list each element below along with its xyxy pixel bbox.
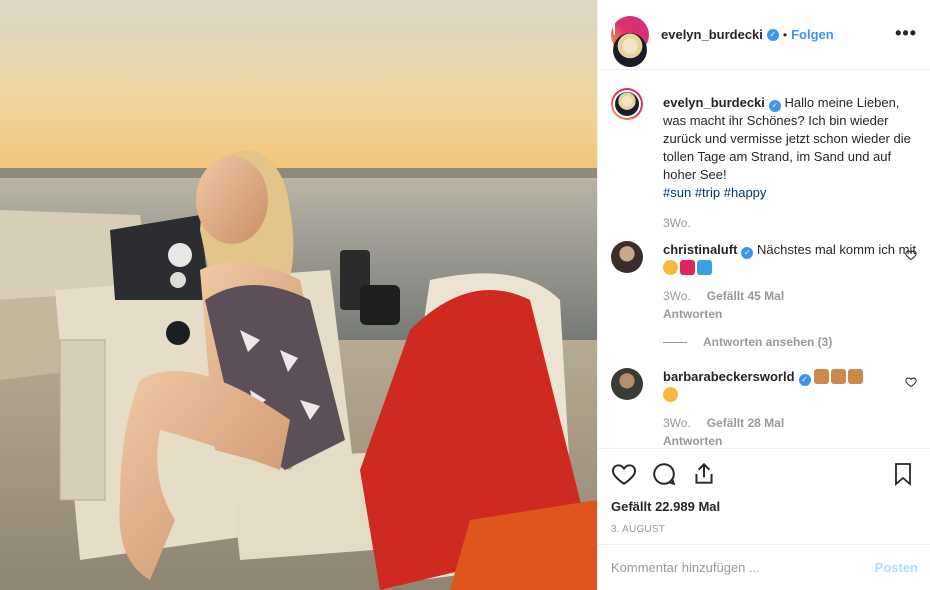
comment-bubble-icon[interactable]: [651, 461, 677, 487]
folded-hands-emoji: [848, 369, 864, 384]
more-options-icon[interactable]: •••: [895, 24, 917, 42]
verified-badge-icon: ✓: [741, 247, 754, 259]
caption-body: evelyn_burdecki ✓ Hallo meine Lieben, was…: [663, 88, 917, 202]
comment-input[interactable]: [611, 560, 875, 575]
hashtag-link[interactable]: #trip: [695, 185, 720, 200]
view-replies-label: Antworten ansehen (3): [703, 335, 833, 349]
like-comment-heart-icon[interactable]: [905, 249, 917, 261]
action-icons: [611, 457, 918, 493]
comment-meta: 3Wo. Gefällt 28 Mal: [663, 416, 917, 430]
caption-comment: evelyn_burdecki ✓ Hallo meine Lieben, was…: [611, 88, 917, 230]
caption-time[interactable]: 3Wo.: [663, 216, 691, 230]
verified-badge-icon: ✓: [766, 28, 779, 41]
comment-likes[interactable]: Gefällt 28 Mal: [707, 416, 784, 430]
wave-emoji: [697, 260, 712, 275]
post-comment-button[interactable]: Posten: [875, 560, 918, 575]
folded-hands-emoji: [814, 369, 830, 384]
comment-body: barbarabeckersworld ✓: [663, 368, 917, 404]
verified-badge-icon: ✓: [798, 374, 811, 386]
post-photo-illustration: [0, 0, 597, 590]
bookmark-icon[interactable]: [891, 461, 915, 487]
like-heart-icon[interactable]: [611, 461, 637, 487]
commenter-avatar[interactable]: [611, 241, 643, 273]
folded-hands-emoji: [831, 369, 847, 384]
comment-item: barbarabeckersworld ✓ 3Wo. Gefällt 28 Mal…: [611, 368, 917, 447]
separator-dot: •: [782, 27, 788, 42]
commenter-avatar[interactable]: [611, 368, 643, 400]
comment-body: christinaluft ✓ Nächstes mal komm ich mit: [663, 241, 917, 277]
instagram-post-view: evelyn_burdecki ✓ • Folgen ••• evelyn_bu…: [0, 0, 930, 590]
heart-eyes-emoji: [663, 387, 678, 402]
hashtag-link[interactable]: #happy: [724, 185, 767, 200]
author-username[interactable]: evelyn_burdecki: [661, 27, 763, 42]
author-avatar[interactable]: [611, 15, 649, 84]
verified-badge-icon: ✓: [768, 100, 781, 112]
commenter-username[interactable]: christinaluft: [663, 242, 737, 257]
comment-time[interactable]: 3Wo.: [663, 289, 691, 303]
hashtag-link[interactable]: #sun: [663, 185, 691, 200]
red-heart-emoji: [680, 260, 695, 275]
post-date[interactable]: 3. AUGUST: [611, 524, 918, 535]
comment-text: Nächstes mal komm ich mit: [757, 242, 916, 257]
comment-meta: 3Wo. Gefällt 45 Mal: [663, 289, 917, 303]
follow-button[interactable]: Folgen: [791, 27, 834, 42]
reply-button[interactable]: Antworten: [663, 434, 917, 447]
caption-username[interactable]: evelyn_burdecki: [663, 95, 765, 110]
view-replies-button[interactable]: Antworten ansehen (3): [663, 335, 917, 349]
grinning-face-emoji: [663, 260, 678, 275]
comment-time[interactable]: 3Wo.: [663, 416, 691, 430]
post-sidebar: evelyn_burdecki ✓ • Folgen ••• evelyn_bu…: [597, 0, 930, 590]
commenter-username[interactable]: barbarabeckersworld: [663, 369, 795, 384]
post-actions: Gefällt 22.989 Mal 3. AUGUST: [598, 448, 930, 544]
comment-composer: Posten: [598, 544, 930, 590]
caption-avatar[interactable]: [611, 88, 643, 120]
reply-button[interactable]: Antworten: [663, 307, 917, 321]
post-photo[interactable]: [0, 0, 597, 590]
post-likes-count[interactable]: Gefällt 22.989 Mal: [611, 499, 918, 514]
comments-scroll-area[interactable]: evelyn_burdecki ✓ Hallo meine Lieben, was…: [598, 71, 930, 447]
post-header: evelyn_burdecki ✓ • Folgen •••: [598, 0, 930, 84]
share-icon[interactable]: [691, 461, 717, 487]
caption-meta: 3Wo.: [663, 216, 917, 230]
replies-divider: [663, 341, 687, 343]
comment-item: christinaluft ✓ Nächstes mal komm ich mit…: [611, 241, 917, 349]
like-comment-heart-icon[interactable]: [905, 376, 917, 388]
comment-likes[interactable]: Gefällt 45 Mal: [707, 289, 784, 303]
